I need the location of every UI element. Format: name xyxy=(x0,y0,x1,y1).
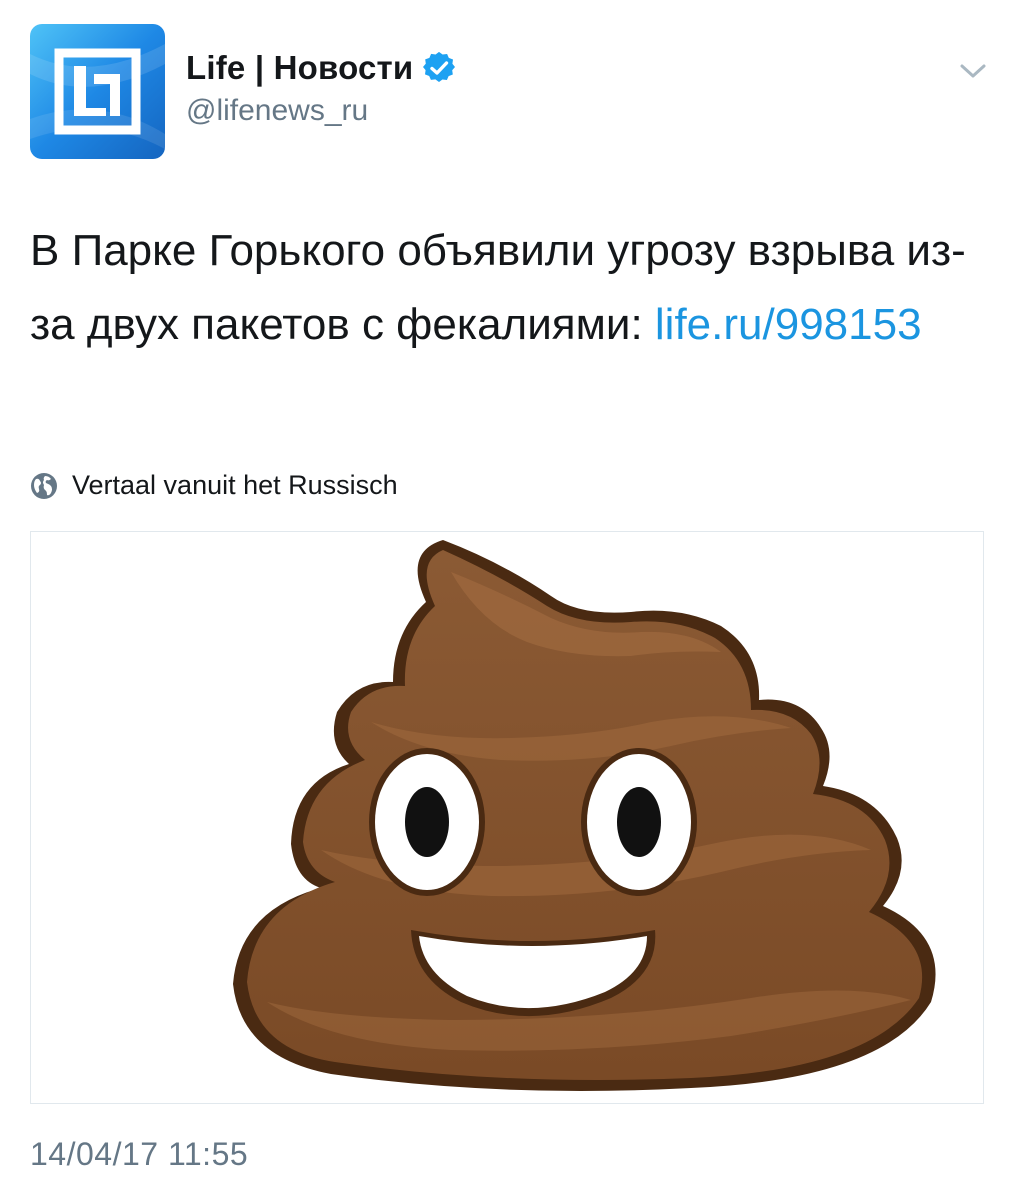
tweet-timestamp[interactable]: 14/04/17 11:55 xyxy=(30,1136,248,1173)
tweet-link[interactable]: life.ru/998153 xyxy=(655,300,922,349)
avatar[interactable] xyxy=(30,24,165,159)
handle: @lifenews_ru xyxy=(186,94,369,127)
translate-label: Vertaal vanuit het Russisch xyxy=(72,470,398,500)
display-name-row: Life | Новости xyxy=(186,46,456,90)
author-info[interactable]: Life | Новости @lifenews_ru xyxy=(186,46,456,128)
life-logo-icon xyxy=(30,24,165,159)
tweet-menu-button[interactable] xyxy=(955,56,991,86)
verified-badge-icon xyxy=(423,51,456,84)
globe-icon xyxy=(30,472,58,500)
display-name: Life | Новости xyxy=(186,49,414,86)
pile-of-poo-emoji-icon xyxy=(233,540,936,1091)
tweet-media-image[interactable] xyxy=(30,531,984,1104)
chevron-down-icon xyxy=(960,64,986,78)
translate-button[interactable]: Vertaal vanuit het Russisch xyxy=(30,470,398,501)
tweet-text: В Парке Горького объявили угрозу взрыва … xyxy=(30,214,980,362)
